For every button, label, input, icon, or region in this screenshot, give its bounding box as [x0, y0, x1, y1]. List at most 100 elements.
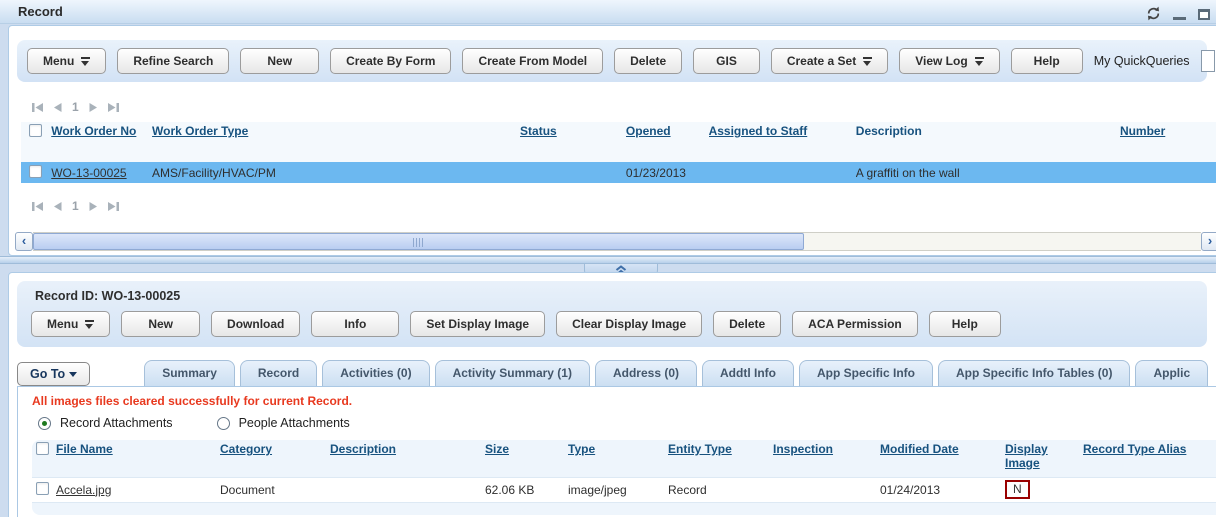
work-order-no-link[interactable]: WO-13-00025 [51, 166, 126, 180]
maximize-icon[interactable] [1198, 9, 1210, 20]
gis-button[interactable]: GIS [693, 48, 760, 74]
dropdown-arrow-icon [975, 57, 984, 66]
display-image-flag: N [1005, 480, 1030, 499]
col-file-name[interactable]: File Name [56, 442, 113, 456]
row-checkbox[interactable] [29, 165, 42, 178]
first-page-icon[interactable] [31, 201, 45, 212]
delete-button[interactable]: Delete [713, 311, 781, 337]
cell-record-type-alias [1083, 477, 1216, 502]
select-all-checkbox[interactable] [29, 124, 42, 137]
dropdown-arrow-icon [85, 320, 94, 329]
radio-label: People Attachments [239, 416, 350, 430]
tab-activities[interactable]: Activities (0) [322, 360, 429, 386]
row-checkbox[interactable] [36, 482, 49, 495]
tab-activity-summary[interactable]: Activity Summary (1) [435, 360, 590, 386]
clear-display-image-button[interactable]: Clear Display Image [556, 311, 702, 337]
prev-page-icon[interactable] [52, 201, 63, 212]
my-quickqueries-label: My QuickQueries [1094, 54, 1190, 68]
download-button[interactable]: Download [211, 311, 300, 337]
scrollbar-thumb[interactable] [33, 233, 804, 250]
select-all-checkbox[interactable] [36, 442, 49, 455]
cell-number [1120, 162, 1216, 183]
col-entity-type[interactable]: Entity Type [668, 442, 732, 456]
radio-selected-icon[interactable] [38, 417, 51, 430]
create-by-form-button[interactable]: Create By Form [330, 48, 451, 74]
col-assigned-to-staff[interactable]: Assigned to Staff [709, 124, 808, 138]
tab-app-specific-info[interactable]: App Specific Info [799, 360, 933, 386]
tab-address[interactable]: Address (0) [595, 360, 697, 386]
next-page-icon[interactable] [88, 201, 99, 212]
col-number[interactable]: Number [1120, 124, 1165, 138]
create-a-set-button[interactable]: Create a Set [771, 48, 888, 74]
record-attachments-radio[interactable]: Record Attachments [38, 416, 173, 430]
menu-button[interactable]: Menu [27, 48, 106, 74]
tab-addtl-info[interactable]: Addtl Info [702, 360, 794, 386]
first-page-icon[interactable] [31, 102, 45, 113]
col-record-type-alias[interactable]: Record Type Alias [1083, 442, 1186, 456]
splitter-bar[interactable] [0, 256, 1216, 264]
last-page-icon[interactable] [106, 201, 120, 212]
file-name-link[interactable]: Accela.jpg [56, 483, 111, 497]
button-label: Go To [30, 367, 65, 381]
cell-assigned-to-staff [709, 162, 856, 183]
window-title: Record [18, 4, 63, 19]
create-from-model-button[interactable]: Create From Model [462, 48, 603, 74]
people-attachments-radio[interactable]: People Attachments [217, 416, 350, 430]
col-opened[interactable]: Opened [626, 124, 671, 138]
col-type[interactable]: Type [568, 442, 595, 456]
status-message: All images files cleared successfully fo… [32, 394, 1216, 408]
radio-unselected-icon[interactable] [217, 417, 230, 430]
col-display-image[interactable]: Display Image [1005, 442, 1057, 470]
tab-summary[interactable]: Summary [144, 360, 235, 386]
go-to-button[interactable]: Go To [17, 362, 90, 386]
cell-category: Document [220, 477, 330, 502]
tab-record[interactable]: Record [240, 360, 317, 386]
help-button[interactable]: Help [1011, 48, 1083, 74]
last-page-icon[interactable] [106, 102, 120, 113]
tab-app-specific-info-tables[interactable]: App Specific Info Tables (0) [938, 360, 1130, 386]
col-description[interactable]: Description [330, 442, 396, 456]
pagination-top: 1 [31, 100, 1216, 114]
view-log-button[interactable]: View Log [899, 48, 999, 74]
scrollbar-track[interactable] [33, 232, 1201, 251]
col-modified-date[interactable]: Modified Date [880, 442, 959, 456]
col-size[interactable]: Size [485, 442, 509, 456]
work-order-row[interactable]: WO-13-00025 AMS/Facility/HVAC/PM 01/23/2… [21, 162, 1216, 183]
record-tabs-row: Go To Summary Record Activities (0) Acti… [17, 359, 1216, 386]
radio-label: Record Attachments [60, 416, 173, 430]
button-label: View Log [915, 54, 967, 68]
window-titlebar: Record [0, 0, 1216, 24]
refresh-icon[interactable] [1146, 6, 1161, 24]
attachments-table-container: File Name Category Description Size Type… [32, 440, 1216, 515]
minimize-icon[interactable] [1173, 17, 1186, 20]
new-button[interactable]: New [240, 48, 319, 74]
dropdown-arrow-icon [81, 57, 90, 66]
col-work-order-type[interactable]: Work Order Type [152, 124, 248, 138]
horizontal-scrollbar[interactable]: ‹ › [15, 232, 1216, 251]
work-order-table-header: Work Order No Work Order Type Status Ope… [21, 122, 1216, 162]
refine-search-button[interactable]: Refine Search [117, 48, 229, 74]
prev-page-icon[interactable] [52, 102, 63, 113]
button-label: Menu [47, 317, 78, 331]
set-display-image-button[interactable]: Set Display Image [410, 311, 545, 337]
new-button[interactable]: New [121, 311, 200, 337]
col-status[interactable]: Status [520, 124, 557, 138]
quickqueries-select[interactable] [1201, 50, 1215, 72]
attachment-row[interactable]: Accela.jpg Document 62.06 KB image/jpeg … [32, 477, 1216, 502]
scroll-left-button[interactable]: ‹ [15, 232, 33, 251]
cell-type: image/jpeg [568, 477, 668, 502]
next-page-icon[interactable] [88, 102, 99, 113]
cell-display-image: N [1005, 477, 1083, 502]
menu-button[interactable]: Menu [31, 311, 110, 337]
aca-permission-button[interactable]: ACA Permission [792, 311, 918, 337]
help-button[interactable]: Help [929, 311, 1001, 337]
scroll-right-button[interactable]: › [1201, 232, 1216, 251]
col-description: Description [856, 124, 922, 138]
page-number: 1 [70, 100, 81, 114]
delete-button[interactable]: Delete [614, 48, 682, 74]
tab-applicant[interactable]: Applic [1135, 360, 1208, 386]
col-inspection[interactable]: Inspection [773, 442, 833, 456]
col-work-order-no[interactable]: Work Order No [51, 124, 136, 138]
info-button[interactable]: Info [311, 311, 399, 337]
col-category[interactable]: Category [220, 442, 272, 456]
